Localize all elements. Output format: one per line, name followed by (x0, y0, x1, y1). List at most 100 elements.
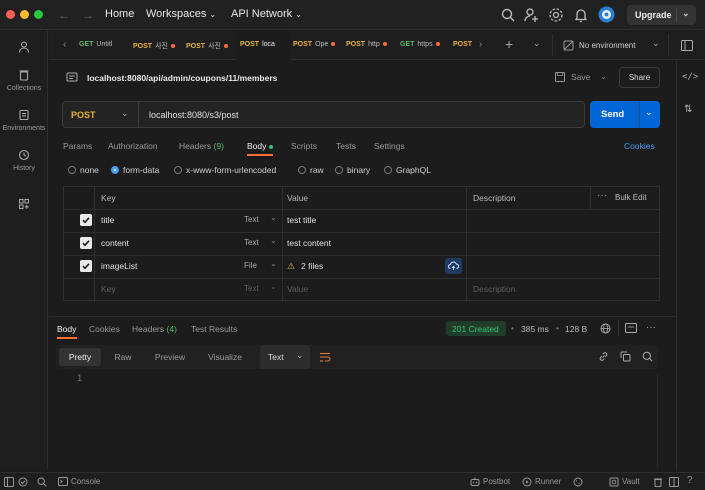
tab-request[interactable]: POST http (346, 31, 398, 60)
code-snippet-icon[interactable]: </> (682, 72, 698, 82)
sidebar-item-configure[interactable] (0, 198, 48, 214)
tab-request[interactable]: GET Untitl (79, 31, 129, 60)
runner-button[interactable]: Runner (522, 473, 564, 490)
send-button[interactable]: Send ⌄ (590, 101, 660, 128)
sidebar-item-collections[interactable]: Collections (0, 69, 48, 92)
wrap-lines-icon[interactable] (319, 351, 331, 363)
radio-raw[interactable]: raw (298, 165, 324, 175)
search-icon[interactable] (500, 7, 516, 23)
row-type-select[interactable]: Text (244, 215, 259, 224)
tab-request[interactable]: GET https (400, 31, 452, 60)
avatar[interactable] (598, 6, 615, 23)
bell-icon[interactable] (573, 7, 589, 23)
forward-arrow-icon[interactable]: → (82, 8, 94, 22)
find-replace-icon[interactable] (37, 477, 47, 487)
chevron-right-icon[interactable]: › (479, 39, 482, 50)
status-badge[interactable]: 201 Created (446, 321, 506, 336)
chevron-down-icon[interactable]: ⌄ (645, 107, 653, 118)
sidebar-toggle-icon[interactable] (4, 477, 14, 487)
share-button[interactable]: Share (619, 67, 660, 88)
postbot-button[interactable]: Postbot (470, 473, 515, 490)
save-button[interactable]: Save (555, 70, 595, 85)
editor-scrollbar[interactable] (657, 374, 658, 468)
related-collections-icon[interactable]: ⇅ (684, 104, 692, 115)
radio-x-www-form-urlencoded[interactable]: x-www-form-urlencoded (174, 165, 276, 175)
file-selector[interactable]: ⚠ 2 files (287, 257, 437, 274)
tab-authorization[interactable]: Authorization (108, 141, 158, 151)
format-select[interactable]: Text ⌄ (260, 345, 310, 369)
new-tab-plus-icon[interactable]: + (505, 36, 513, 52)
tab-settings[interactable]: Settings (374, 141, 405, 151)
value-placeholder[interactable]: Value (287, 284, 308, 294)
close-window-button[interactable] (6, 10, 15, 19)
save-response-example-icon[interactable] (625, 323, 637, 333)
tab-scripts[interactable]: Scripts (291, 141, 317, 151)
vault-button[interactable]: Vault (609, 473, 645, 490)
row-key[interactable]: imageList (101, 261, 137, 271)
globe-icon[interactable] (600, 323, 611, 334)
chevron-left-icon[interactable]: ‹ (63, 39, 66, 50)
minimize-window-button[interactable] (20, 10, 29, 19)
radio-none[interactable]: none (68, 165, 99, 175)
row-value[interactable]: test content (287, 238, 331, 248)
view-visualize[interactable]: Visualize (202, 345, 248, 369)
search-icon[interactable] (642, 351, 653, 362)
sidebar-toggle-icon[interactable] (681, 40, 693, 51)
tab-headers[interactable]: Headers (9) (179, 141, 224, 151)
tab-request[interactable]: POST 사진 (186, 31, 236, 60)
tab-tests[interactable]: Tests (336, 141, 356, 151)
home-link[interactable]: Home (105, 8, 134, 20)
method-select[interactable]: POST ⌄ (62, 101, 139, 128)
tab-request-active[interactable]: POST loca (236, 31, 291, 60)
more-options-icon[interactable]: ··· (597, 190, 607, 201)
pane-divider[interactable] (49, 316, 676, 317)
cookies-link[interactable]: Cookies (624, 141, 655, 151)
row-enabled-checkbox[interactable] (80, 214, 92, 226)
layout-icon[interactable] (669, 477, 679, 487)
row-enabled-checkbox[interactable] (80, 237, 92, 249)
tab-body[interactable]: Body (247, 141, 274, 151)
invite-user-icon[interactable] (523, 7, 539, 23)
chevron-down-icon[interactable]: ⌄ (270, 259, 277, 268)
chevron-down-icon[interactable]: ⌄ (270, 213, 277, 222)
tab-request[interactable]: POST Ope (293, 31, 345, 60)
row-key[interactable]: title (101, 215, 114, 225)
maximize-window-button[interactable] (34, 10, 43, 19)
cookies-icon[interactable] (573, 477, 583, 487)
workspaces-menu[interactable]: Workspaces ⌄ (146, 8, 216, 20)
back-arrow-icon[interactable]: ← (58, 8, 70, 22)
view-pretty[interactable]: Pretty (59, 348, 101, 366)
response-tab-body[interactable]: Body (57, 324, 76, 334)
row-type-select[interactable]: Text (244, 238, 259, 247)
trash-icon[interactable] (653, 477, 663, 487)
help-icon[interactable]: ? (687, 475, 693, 486)
radio-binary[interactable]: binary (335, 165, 370, 175)
sidebar-item-environments[interactable]: Environments (0, 109, 48, 132)
more-options-icon[interactable]: ··· (646, 322, 656, 333)
console-button[interactable]: Console (58, 473, 108, 490)
type-placeholder[interactable]: Text (244, 284, 259, 293)
environment-selector[interactable]: No environment ⌄ (561, 31, 661, 60)
cloud-upload-button[interactable] (445, 258, 462, 274)
response-size[interactable]: 128 B (565, 324, 587, 334)
sidebar-item-user[interactable] (0, 41, 48, 57)
row-value[interactable]: test title (287, 215, 316, 225)
chevron-down-icon[interactable]: ⌄ (270, 236, 277, 245)
key-placeholder[interactable]: Key (101, 284, 116, 294)
tab-request[interactable]: POST 사진 (133, 31, 183, 60)
upgrade-button[interactable]: Upgrade ⌄ (627, 5, 696, 25)
bulk-edit-link[interactable]: Bulk Edit (615, 193, 647, 202)
row-enabled-checkbox[interactable] (80, 260, 92, 272)
sidebar-item-history[interactable]: History (0, 149, 48, 172)
chevron-down-icon[interactable]: ⌄ (270, 282, 277, 291)
copy-icon[interactable] (620, 351, 631, 362)
view-raw[interactable]: Raw (106, 345, 140, 369)
tab-params[interactable]: Params (63, 141, 92, 151)
response-tab-test-results[interactable]: Test Results (191, 324, 237, 334)
tab-request[interactable]: POST (453, 31, 475, 60)
api-network-menu[interactable]: API Network ⌄ (231, 8, 302, 20)
save-chevron-down-icon[interactable]: ⌄ (600, 72, 607, 81)
row-key[interactable]: content (101, 238, 129, 248)
link-icon[interactable] (598, 351, 609, 362)
chevron-down-icon[interactable]: ⌄ (682, 8, 690, 19)
